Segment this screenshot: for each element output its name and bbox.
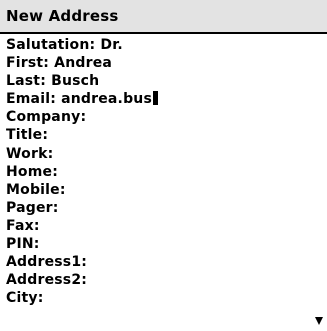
field-work-phone[interactable]: Work: (6, 145, 306, 163)
work-phone-label: Work: (6, 145, 54, 162)
scroll-down-arrow-icon[interactable] (315, 317, 323, 325)
text-cursor-icon (153, 91, 158, 106)
home-phone-label: Home: (6, 163, 59, 180)
email-input[interactable]: andrea.bus (61, 91, 152, 107)
salutation-label: Salutation: (6, 37, 96, 53)
address-book-screen: New Address Salutation: Dr. First: Andre… (0, 0, 327, 331)
first-name-input[interactable]: Andrea (54, 55, 112, 71)
company-label: Company: (6, 109, 87, 126)
fax-label: Fax: (6, 217, 40, 234)
field-home-phone[interactable]: Home: (6, 163, 306, 181)
pin-label: PIN: (6, 236, 40, 253)
first-name-label: First: (6, 55, 50, 72)
new-address-form: Salutation: Dr. First: Andrea Last: Busc… (6, 36, 306, 307)
field-title[interactable]: Title: (6, 126, 306, 144)
field-fax[interactable]: Fax: (6, 217, 306, 235)
field-address2[interactable]: Address2: (6, 271, 306, 289)
title-bar: New Address (0, 0, 327, 34)
field-pin[interactable]: PIN: (6, 235, 306, 253)
field-salutation[interactable]: Salutation: Dr. (6, 36, 306, 54)
field-address1[interactable]: Address1: (6, 253, 306, 271)
field-city[interactable]: City: (6, 289, 306, 307)
field-mobile-phone[interactable]: Mobile: (6, 181, 306, 199)
salutation-input[interactable]: Dr. (100, 37, 122, 53)
address2-label: Address2: (6, 272, 88, 289)
email-label: Email: (6, 91, 56, 108)
screen-title: New Address (6, 7, 119, 25)
last-name-input[interactable]: Busch (51, 73, 99, 89)
pager-label: Pager: (6, 199, 59, 216)
title-label: Title: (6, 127, 49, 144)
field-company[interactable]: Company: (6, 108, 306, 126)
field-pager[interactable]: Pager: (6, 199, 306, 217)
city-label: City: (6, 290, 44, 307)
field-first-name[interactable]: First: Andrea (6, 54, 306, 72)
mobile-phone-label: Mobile: (6, 181, 66, 198)
address1-label: Address1: (6, 254, 88, 271)
last-name-label: Last: (6, 73, 46, 90)
field-last-name[interactable]: Last: Busch (6, 72, 306, 90)
field-email[interactable]: Email: andrea.bus (6, 90, 306, 108)
